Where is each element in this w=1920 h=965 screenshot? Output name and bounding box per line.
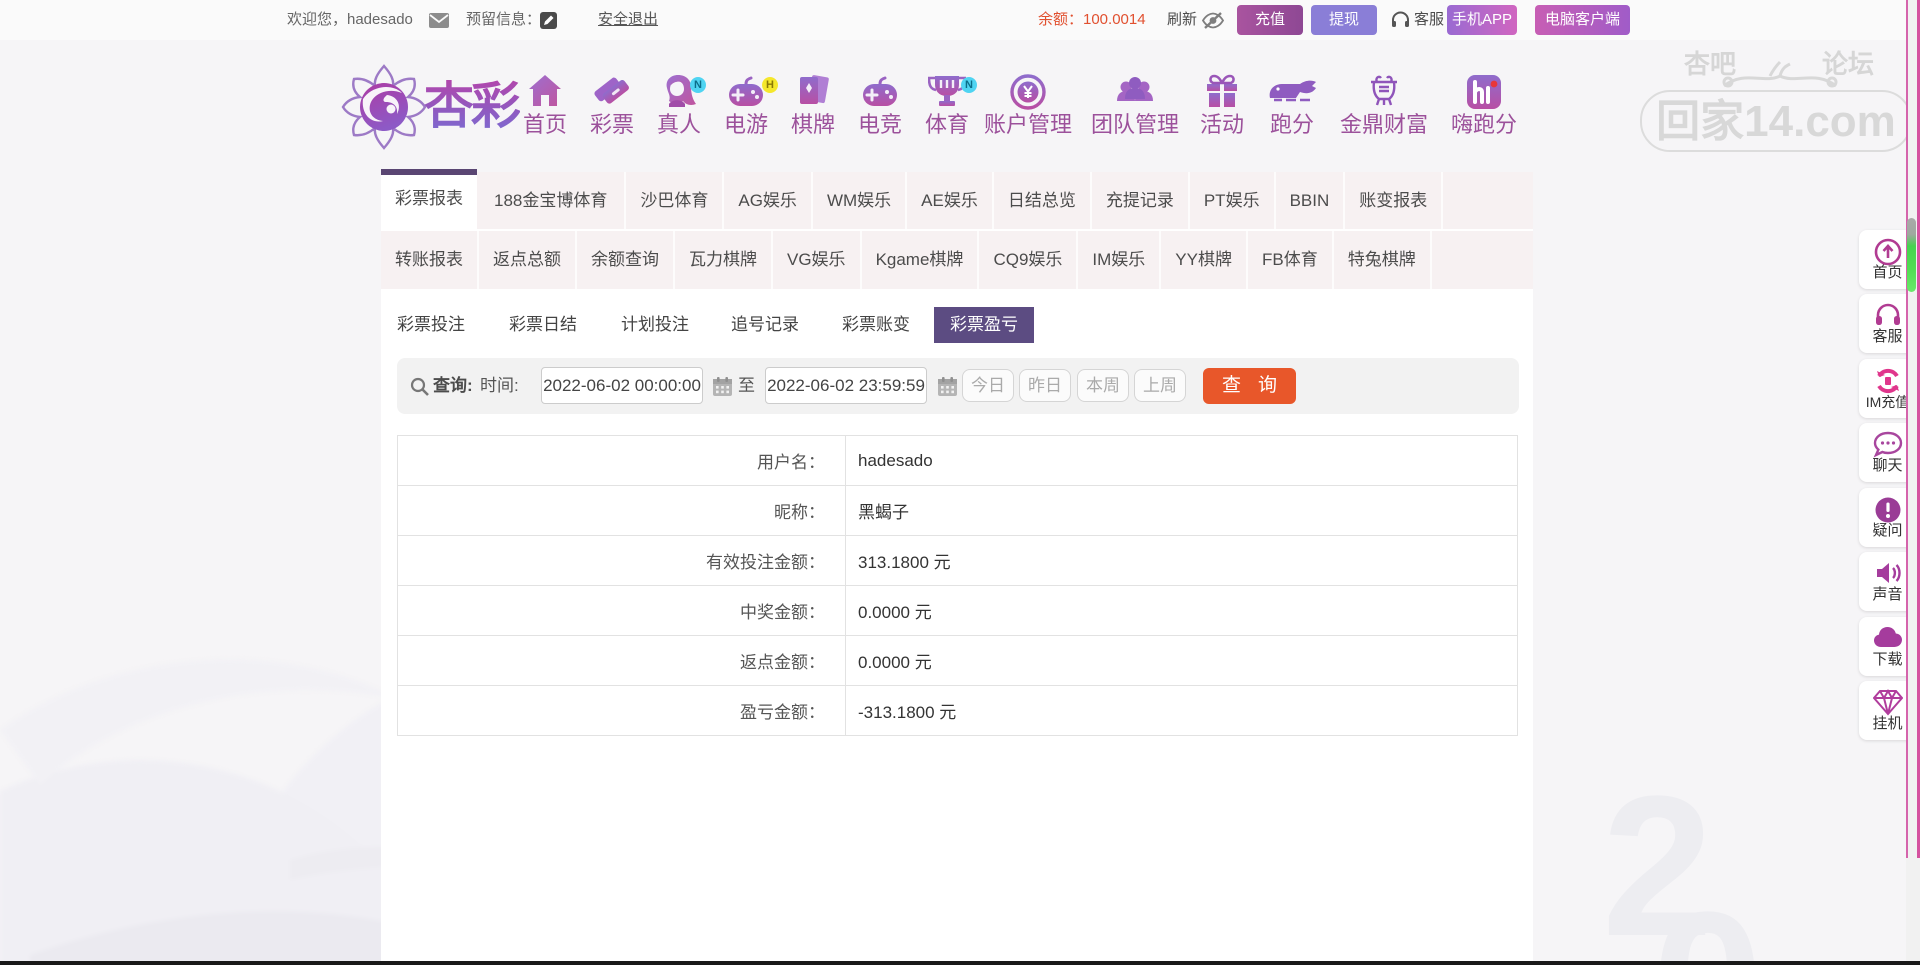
svg-text:杏彩: 杏彩 (424, 78, 520, 134)
